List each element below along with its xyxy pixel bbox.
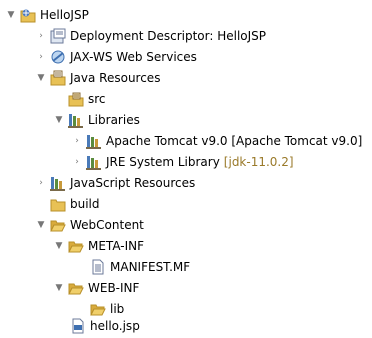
chevron-down-icon[interactable]: ▼ [52,110,66,130]
web-project-icon [20,7,36,23]
java-resources-icon [50,70,66,86]
jdk-version-decoration: [jdk-11.0.2] [223,155,294,169]
folder-icon [50,196,66,212]
tree-node-manifest[interactable]: MANIFEST.MF [88,257,190,277]
node-label: Libraries [88,113,140,127]
chevron-right-icon[interactable]: › [34,26,48,46]
tree-node-src[interactable]: src [52,89,106,109]
folder-open-icon [68,280,84,296]
project-explorer-tree: ▼ HelloJSP › Deployment Descriptor: Hell… [0,0,372,338]
chevron-right-icon[interactable]: › [34,173,48,193]
folder-open-icon [50,217,66,233]
node-label: META-INF [88,239,145,253]
node-label: JavaScript Resources [70,176,196,190]
node-label: HelloJSP [40,8,89,22]
node-label: JAX-WS Web Services [70,50,197,64]
tree-node-apache-tomcat[interactable]: › Apache Tomcat v9.0 [Apache Tomcat v9.0… [70,131,362,151]
tree-node-webcontent[interactable]: ▼ WebContent [34,215,144,235]
tree-node-jaxws[interactable]: › JAX-WS Web Services [34,47,197,67]
tree-node-deployment-descriptor[interactable]: › Deployment Descriptor: HelloJSP [34,26,266,46]
node-label: JRE System Library [106,155,220,169]
folder-open-icon [68,238,84,254]
node-label: WEB-INF [88,281,140,295]
tree-node-hellojsp[interactable]: ▼ HelloJSP [4,5,89,25]
node-label: src [88,92,106,106]
tree-node-web-inf[interactable]: ▼ WEB-INF [52,278,140,298]
node-label: Apache Tomcat v9.0 [Apache Tomcat v9.0] [106,134,363,148]
chevron-down-icon[interactable]: ▼ [34,215,48,235]
library-icon [86,154,102,170]
node-label: WebContent [70,218,144,232]
chevron-down-icon[interactable]: ▼ [52,278,66,298]
web-services-icon [50,49,66,65]
tree-node-libraries[interactable]: ▼ Libraries [52,110,140,130]
chevron-down-icon[interactable]: ▼ [4,5,18,25]
folder-open-icon [90,301,106,317]
tree-node-java-resources[interactable]: ▼ Java Resources [34,68,160,88]
node-label: build [70,197,100,211]
tree-node-javascript-resources[interactable]: › JavaScript Resources [34,173,195,193]
node-label: MANIFEST.MF [110,260,191,274]
node-label: Java Resources [70,71,161,85]
text-file-icon [90,259,106,275]
libraries-icon [68,112,84,128]
tree-node-build[interactable]: build [34,194,100,214]
chevron-right-icon[interactable]: › [34,47,48,67]
javascript-resources-icon [50,175,66,191]
tree-node-hello-jsp[interactable]: hello.jsp [68,316,140,336]
tree-node-meta-inf[interactable]: ▼ META-INF [52,236,145,256]
node-label: hello.jsp [90,319,140,333]
chevron-right-icon[interactable]: › [70,131,84,151]
library-icon [86,133,102,149]
jsp-file-icon [70,318,86,334]
tree-node-jre-system-library[interactable]: › JRE System Library [jdk-11.0.2] [70,152,294,172]
source-folder-icon [68,91,84,107]
chevron-down-icon[interactable]: ▼ [52,236,66,256]
deployment-descriptor-icon [50,28,66,44]
chevron-right-icon[interactable]: › [70,152,84,172]
node-label: Deployment Descriptor: HelloJSP [70,29,267,43]
chevron-down-icon[interactable]: ▼ [34,68,48,88]
